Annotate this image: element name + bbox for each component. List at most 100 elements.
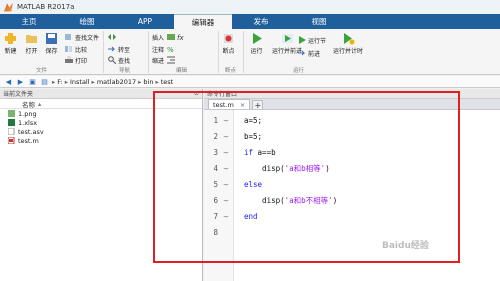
editor-tab-test-m[interactable]: test.m × [208,99,251,109]
goto-icon [108,46,116,52]
code-line[interactable]: 7— end [204,208,500,224]
save-icon [46,33,57,44]
advance-icon [298,50,306,56]
close-icon[interactable]: × [240,101,245,109]
ribbon-toolbar: 新建 打开 保存 查找文件 比较 打印 转至 查找 插入 fx 注释 % 缩进 … [0,29,500,75]
tab-home[interactable]: 主页 [0,14,58,29]
editor-tabs: test.m × + [204,99,500,110]
find-label: 查找 [118,57,131,65]
list-item[interactable]: 1.xlsx [0,118,202,127]
run-button[interactable]: 运行 [250,32,263,55]
group-label-run: 运行 [293,68,305,74]
indent-icon [167,56,176,64]
up-folder-icon[interactable]: ▣ [28,78,37,86]
tab-apps[interactable]: APP [116,14,174,29]
code-line[interactable]: 1— a=5; [204,112,500,128]
code-line[interactable]: 2— b=5; [204,128,500,144]
code-text: a=5; [234,116,262,125]
group-separator [103,31,104,73]
breakpoint-marker[interactable]: — [218,164,234,173]
code-text: disp('a和b相等') [234,163,330,174]
indent-button[interactable]: 缩进 [152,55,177,65]
watermark: Baidu经验 [382,241,429,251]
code-line[interactable]: 5— else [204,176,500,192]
back-icon[interactable]: ◀ [4,78,13,86]
print-label: 打印 [75,57,88,65]
code-line[interactable]: 6— disp('a和b不相等') [204,192,500,208]
open-button[interactable]: 打开 [25,32,38,55]
breakpoint-marker[interactable]: — [218,180,234,189]
new-tab-button[interactable]: + [252,100,264,110]
group-label-breakpoints: 断点 [225,68,237,74]
goto-button[interactable]: 转至 [108,44,130,54]
run-section-button[interactable]: 运行节 [298,35,326,45]
breadcrumb-matlab2017[interactable]: matlab2017 [97,78,136,86]
list-item[interactable]: 1.png [0,109,202,118]
code-segment: ) [332,195,338,205]
breakpoint-marker[interactable]: — [218,212,234,221]
tab-plots[interactable]: 绘图 [58,14,116,29]
fx-icon: fx [177,34,184,41]
find-files-button[interactable]: 查找文件 [65,32,99,42]
breakpoint-marker[interactable]: — [218,132,234,141]
breadcrumb-drive[interactable]: F: [57,78,62,86]
browse-folder-icon[interactable]: ▤ [40,78,49,86]
ribbon-tabs: 主页 绘图 APP 编辑器 发布 视图 [0,14,500,29]
breakpoint-marker[interactable]: — [218,148,234,157]
insert-button[interactable]: 插入 fx [152,32,187,42]
forward-icon[interactable]: ▶ [16,78,25,86]
image-icon [8,110,15,117]
nav-arrows-icon [108,34,116,40]
code-text-area[interactable]: 1— a=5; 2— b=5; 3— if a==b 4— disp('a和b相等') 5— e… [204,112,500,240]
compare-button[interactable]: 比较 [65,44,87,54]
list-item[interactable]: test.asv [0,127,202,136]
find-button[interactable]: 查找 [108,55,130,65]
name-column-label: 名称 [22,100,35,109]
new-icon [5,33,16,44]
code-text: disp('a和b不相等') [234,195,337,206]
print-button[interactable]: 打印 [65,55,87,65]
search-icon [108,56,116,64]
tab-editor[interactable]: 编辑器 [174,14,232,29]
comment-label: 注释 [152,46,165,54]
code-line[interactable]: 3— if a==b [204,144,500,160]
tab-view[interactable]: 视图 [290,14,348,29]
code-segment: ) [325,163,330,173]
path-separator: ▸ [155,77,159,86]
line-number: 6 [213,195,218,205]
group-separator [148,31,149,73]
excel-icon [8,119,15,126]
line-number: 4 [213,163,218,173]
code-segment: a==b [253,147,276,157]
code-segment: b=5; [244,131,263,141]
insert-section-icon [167,34,176,40]
breakpoints-button[interactable]: 断点 [222,32,235,55]
panel-menu-icon[interactable]: ⊙ [194,90,199,97]
svg-text:%: % [167,46,174,53]
keyword: else [244,179,263,189]
list-item[interactable]: test.m [0,136,202,145]
breakpoint-marker[interactable]: — [218,116,234,125]
group-separator [218,31,219,73]
comment-button[interactable]: 注释 % [152,44,177,54]
name-column-header[interactable]: 名称 ▴ [0,99,202,109]
code-line[interactable]: 8 [204,224,500,240]
code-segment: a=5; [244,115,263,125]
run-time-button[interactable]: 运行并计时 [333,32,363,55]
line-number: 7 [213,211,218,221]
group-label-edit: 编辑 [176,68,188,74]
tab-publish[interactable]: 发布 [232,14,290,29]
command-window-header[interactable]: 命令行窗口 [204,89,500,99]
nav-arrows-button[interactable] [108,32,118,42]
file-name: 1.png [18,109,37,118]
new-button[interactable]: 新建 [4,32,17,55]
code-line[interactable]: 4— disp('a和b相等') [204,160,500,176]
run-icon [253,33,262,44]
save-button[interactable]: 保存 [45,32,58,55]
breadcrumb-test[interactable]: test [161,78,173,86]
breadcrumb-bin[interactable]: bin [143,78,153,86]
advance-button[interactable]: 前进 [298,48,320,58]
breadcrumb-install[interactable]: Install [70,78,90,86]
breakpoint-marker[interactable]: — [218,196,234,205]
svg-text:fx: fx [177,34,184,41]
